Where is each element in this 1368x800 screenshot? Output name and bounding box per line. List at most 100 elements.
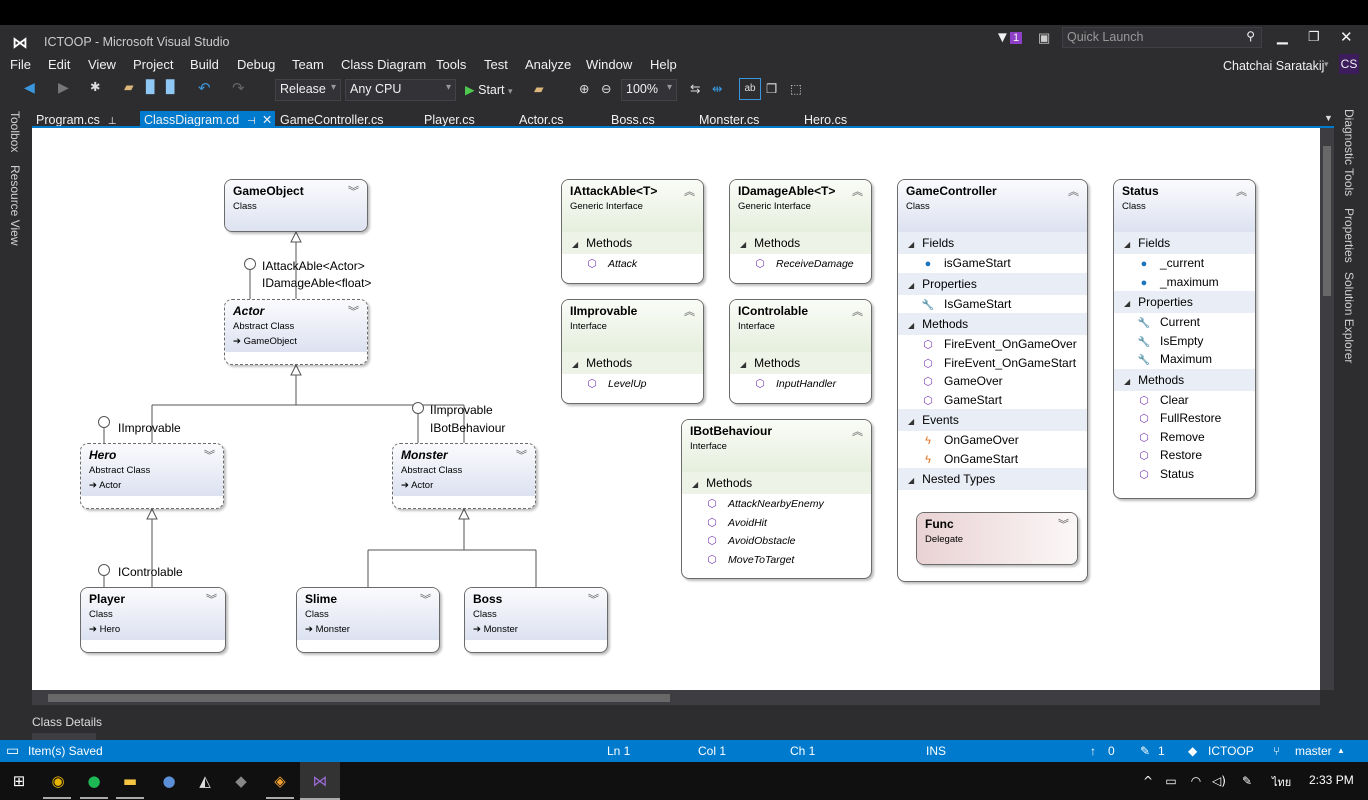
toolbox-panel-tab[interactable]: Toolbox xyxy=(8,111,22,152)
expand-chevron-icon[interactable]: ︾ xyxy=(348,183,359,199)
user-avatar[interactable]: CS xyxy=(1339,54,1359,74)
notification-filter-icon[interactable]: ▼ xyxy=(995,29,1010,46)
user-name[interactable]: Chatchai Saratakij xyxy=(1223,59,1324,73)
member-item[interactable]: ⬡ GameStart xyxy=(898,391,1087,410)
expand-chevron-icon[interactable]: ︾ xyxy=(1058,516,1069,532)
forward-icon[interactable]: ▶ xyxy=(58,79,69,101)
compartment-fields[interactable]: ◢ Fields xyxy=(1114,232,1255,254)
menu-test[interactable]: Test xyxy=(484,57,508,72)
battery-icon[interactable]: ▭ xyxy=(1160,770,1182,792)
class-box-ibotbehaviour[interactable]: IBotBehaviour Interface ︽ ◢ Methods ⬡ AttackNe… xyxy=(681,419,872,579)
vertical-scrollbar[interactable] xyxy=(1320,128,1334,690)
save-all-icon[interactable]: ▉ xyxy=(166,79,176,101)
file-explorer-icon[interactable]: ▬ xyxy=(119,770,141,792)
menu-build[interactable]: Build xyxy=(190,57,219,72)
menu-analyze[interactable]: Analyze xyxy=(525,57,571,72)
minimize-button[interactable]: ▁ xyxy=(1277,28,1288,45)
collapse-triangle-icon[interactable]: ◢ xyxy=(908,476,914,485)
member-item[interactable]: ⬡ Clear xyxy=(1114,391,1255,410)
member-item[interactable]: ⬡ Remove xyxy=(1114,428,1255,447)
class-box-hero[interactable]: Hero Abstract Class ➔ Actor ︾ xyxy=(80,443,224,509)
class-box-func[interactable]: Func Delegate ︾ xyxy=(916,512,1078,565)
member-item[interactable]: 🔧 IsGameStart xyxy=(898,295,1087,314)
class-diagram-canvas[interactable]: GameObject Class ︾ Actor Abstract Class ➔ Gam… xyxy=(32,128,1320,690)
collapse-chevron-icon[interactable]: ︽ xyxy=(1068,183,1079,199)
display-type-icon[interactable]: ❒ xyxy=(766,81,777,103)
member-item[interactable]: ⬡ Status xyxy=(1114,465,1255,484)
expand-chevron-icon[interactable]: ︾ xyxy=(588,591,599,607)
collapse-triangle-icon[interactable]: ◢ xyxy=(1124,240,1130,249)
undo-icon[interactable]: ↶ xyxy=(198,79,211,101)
open-icon[interactable]: ▰ xyxy=(124,79,134,101)
expand-chevron-icon[interactable]: ︾ xyxy=(420,591,431,607)
member-item[interactable]: ⬡ AvoidHit xyxy=(682,513,871,532)
display-signature-icon[interactable]: ⬚ xyxy=(790,81,802,103)
collapse-triangle-icon[interactable]: ◢ xyxy=(908,281,914,290)
zoom-select[interactable]: 100% xyxy=(621,79,677,101)
pencil-icon[interactable]: ✎ xyxy=(1140,744,1150,758)
diagnostic-tools-panel-tab[interactable]: Diagnostic Tools xyxy=(1342,109,1356,196)
user-dropdown-icon[interactable]: ▾ xyxy=(1324,59,1329,70)
compartment-methods[interactable]: ◢ Methods xyxy=(562,352,703,374)
branch-name[interactable]: master xyxy=(1295,744,1332,758)
restore-button[interactable]: ❐ xyxy=(1308,29,1320,45)
class-box-monster[interactable]: Monster Abstract Class ➔ Actor ︾ xyxy=(392,443,536,509)
menu-edit[interactable]: Edit xyxy=(48,57,70,72)
member-item[interactable]: ● isGameStart xyxy=(898,254,1087,273)
collapse-chevron-icon[interactable]: ︽ xyxy=(684,303,695,319)
app-dark-icon[interactable]: ◆ xyxy=(230,770,252,792)
input-language[interactable]: ไทย xyxy=(1272,773,1291,791)
tab-overflow-icon[interactable]: ▼ xyxy=(1324,113,1333,123)
expand-chevron-icon[interactable]: ︾ xyxy=(348,303,359,319)
push-icon[interactable]: ↑ xyxy=(1090,744,1096,758)
branch-up-icon[interactable]: ▲ xyxy=(1337,746,1345,755)
zoom-out-icon[interactable]: ⊖ xyxy=(601,81,611,103)
member-item[interactable]: ● _current xyxy=(1114,254,1255,273)
display-name-icon[interactable]: ab xyxy=(739,78,761,100)
save-icon[interactable]: ▉ xyxy=(146,79,156,101)
expand-chevron-icon[interactable]: ︾ xyxy=(206,591,217,607)
menu-view[interactable]: View xyxy=(88,57,116,72)
adjust-width-icon[interactable]: ⇹ xyxy=(712,81,722,103)
collapse-triangle-icon[interactable]: ◢ xyxy=(740,240,746,249)
class-box-slime[interactable]: Slime Class ➔ Monster ︾ xyxy=(296,587,440,653)
collapse-triangle-icon[interactable]: ◢ xyxy=(572,360,578,369)
compartment-methods[interactable]: ◢ Methods xyxy=(682,472,871,494)
vertical-scrollbar-thumb[interactable] xyxy=(1323,146,1331,296)
menu-project[interactable]: Project xyxy=(133,57,173,72)
horizontal-scrollbar-thumb[interactable] xyxy=(48,694,670,702)
properties-panel-tab[interactable]: Properties xyxy=(1342,208,1356,263)
compartment-fields[interactable]: ◢ Fields xyxy=(898,232,1087,254)
member-item[interactable]: 🔧 Maximum xyxy=(1114,350,1255,369)
configuration-select[interactable]: Release xyxy=(275,79,341,101)
horizontal-scrollbar[interactable] xyxy=(32,690,1320,705)
collapse-triangle-icon[interactable]: ◢ xyxy=(692,480,698,489)
find-icon[interactable]: ▰ xyxy=(534,81,544,103)
volume-icon[interactable]: ◁) xyxy=(1208,770,1230,792)
app-icon[interactable]: ● xyxy=(158,770,180,792)
quick-launch-input[interactable]: Quick Launch ⚲ xyxy=(1062,27,1262,48)
compartment-methods[interactable]: ◢ Methods xyxy=(898,313,1087,335)
back-icon[interactable]: ◀ xyxy=(24,79,35,101)
collapse-chevron-icon[interactable]: ︽ xyxy=(1236,183,1247,199)
collapse-chevron-icon[interactable]: ︽ xyxy=(852,303,863,319)
menu-debug[interactable]: Debug xyxy=(237,57,275,72)
menu-help[interactable]: Help xyxy=(650,57,677,72)
member-item[interactable]: ● _maximum xyxy=(1114,273,1255,292)
collapse-triangle-icon[interactable]: ◢ xyxy=(908,417,914,426)
class-box-boss[interactable]: Boss Class ➔ Monster ︾ xyxy=(464,587,608,653)
member-item[interactable]: ⬡ Restore xyxy=(1114,446,1255,465)
feedback-icon[interactable]: ▣ xyxy=(1038,30,1050,46)
repo-icon[interactable]: ◆ xyxy=(1188,744,1197,758)
collapse-chevron-icon[interactable]: ︽ xyxy=(684,183,695,199)
member-item[interactable]: 🔧 IsEmpty xyxy=(1114,332,1255,351)
menu-tools[interactable]: Tools xyxy=(436,57,466,72)
compartment-methods[interactable]: ◢ Methods xyxy=(562,232,703,254)
visual-studio-taskbar-button[interactable]: ⋈ xyxy=(300,762,340,800)
compartment-events[interactable]: ◢ Events xyxy=(898,409,1087,431)
collapse-chevron-icon[interactable]: ︽ xyxy=(852,183,863,199)
member-item[interactable]: ⬡ AvoidObstacle xyxy=(682,531,871,550)
layout-diagram-icon[interactable]: ⇆ xyxy=(690,81,700,103)
class-box-iattackablet[interactable]: IAttackAble<T> Generic Interface ︽ ◢ Methods… xyxy=(561,179,704,284)
repo-name[interactable]: ICTOOP xyxy=(1208,744,1254,758)
